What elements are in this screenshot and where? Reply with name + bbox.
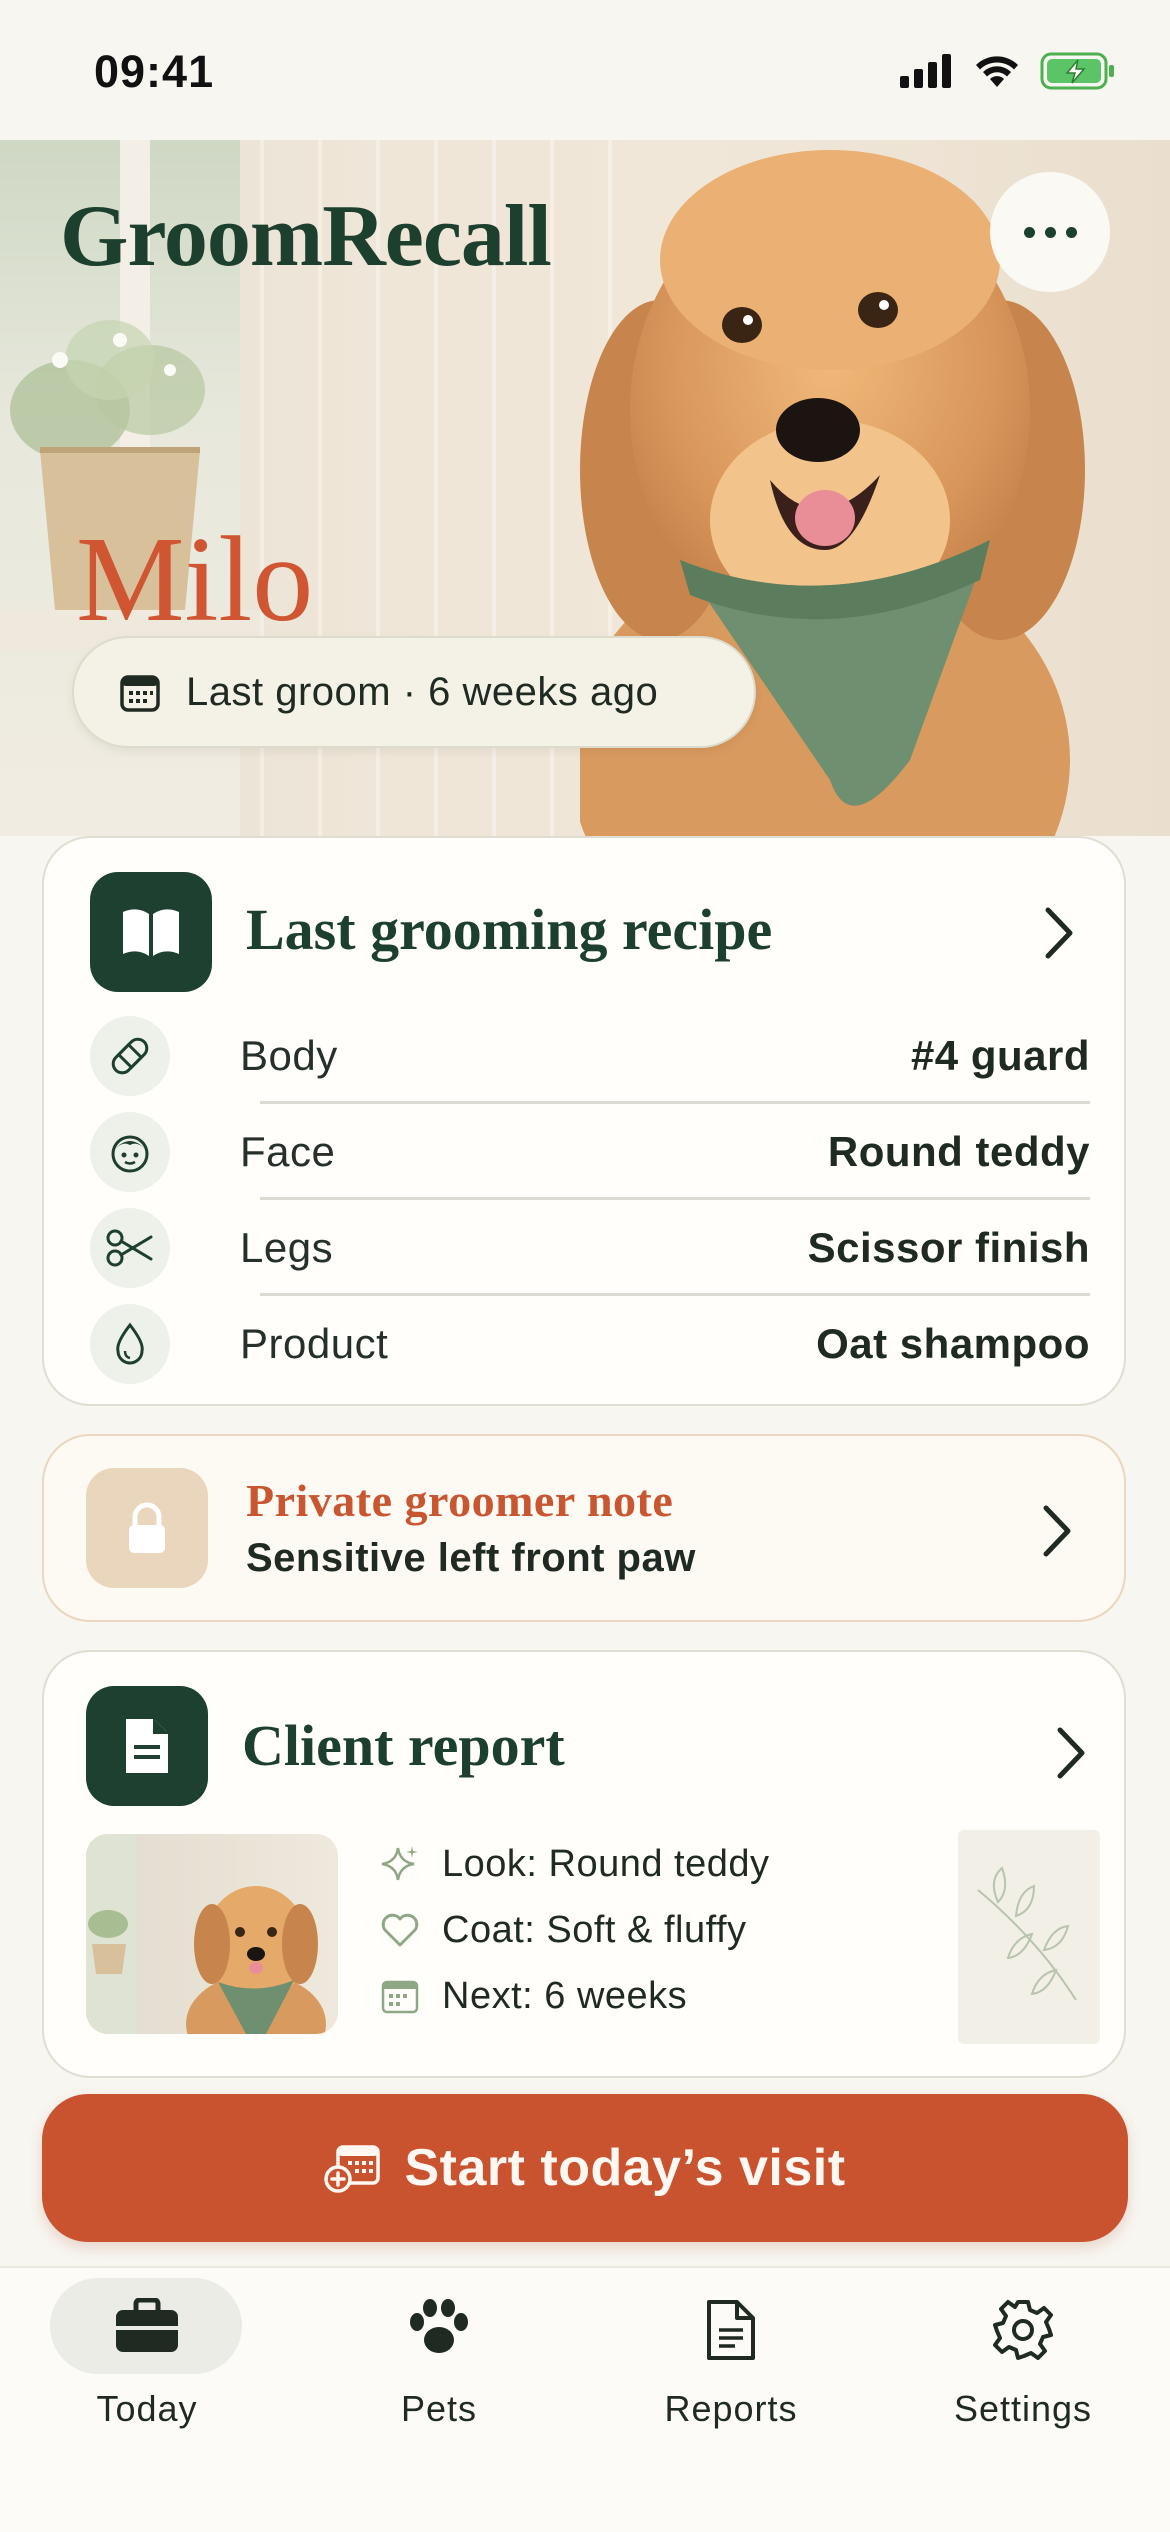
recipe-row-label: Face (240, 1128, 336, 1175)
recipe-row-product: Product Oat shampoo (90, 1296, 1090, 1392)
recipe-row-legs: Legs Scissor finish (90, 1200, 1090, 1296)
recipe-row-value: Oat shampoo (816, 1320, 1090, 1367)
calendar-add-icon (324, 2145, 381, 2193)
chevron-right-icon (1057, 1727, 1085, 1779)
tab-icon-wrap (606, 2298, 856, 2362)
report-item-text: Coat: Soft & fluffy (442, 1908, 747, 1951)
paw-icon (410, 2299, 468, 2353)
recipe-row-face: Face Round teddy (90, 1104, 1090, 1200)
recipe-row-value: #4 guard (910, 1032, 1090, 1079)
recipe-row-label: Legs (240, 1224, 334, 1271)
report-document-tile (86, 1686, 208, 1806)
more-options-button[interactable] (990, 172, 1110, 292)
client-report-card[interactable]: Client report Look: Round teddy Coat: So… (42, 1650, 1126, 2078)
document-icon (707, 2300, 755, 2360)
lock-icon (129, 1502, 165, 1553)
bandage-icon (90, 1016, 170, 1096)
status-icons (900, 52, 1116, 90)
wifi-icon (976, 56, 1018, 87)
briefcase-icon (116, 2298, 178, 2352)
more-dot (1023, 226, 1035, 238)
tab-icon-wrap (898, 2298, 1148, 2362)
grooming-recipe-card[interactable]: Last grooming recipe Body #4 guard Face … (42, 836, 1126, 1406)
lock-tile (86, 1468, 208, 1588)
report-dog-thumbnail (86, 1834, 338, 2034)
tab-settings[interactable]: Settings (898, 2274, 1148, 2454)
tab-today[interactable]: Today (42, 2274, 292, 2454)
tab-label: Settings (953, 2388, 1093, 2429)
chevron-right-icon (1045, 907, 1073, 959)
scissors-icon (90, 1208, 170, 1288)
tab-label: Pets (400, 2388, 478, 2429)
last-groom-badge[interactable]: Last groom · 6 weeks ago (72, 636, 756, 748)
sparkle-icon (381, 1846, 418, 1881)
recipe-row-label: Body (240, 1032, 338, 1079)
note-body: Sensitive left front paw (246, 1536, 696, 1580)
tab-label: Reports (664, 2388, 798, 2429)
open-book-icon (123, 909, 179, 956)
droplet-icon (90, 1304, 170, 1384)
battery-charging-icon (1040, 52, 1114, 90)
pet-name: Milo (76, 512, 314, 647)
private-note-card[interactable]: Private groomer note Sensitive left fron… (42, 1434, 1126, 1622)
leaf-illustration (958, 1830, 1100, 2044)
tab-pets[interactable]: Pets (314, 2274, 564, 2454)
report-item-text: Look: Round teddy (442, 1842, 770, 1885)
gear-icon (993, 2300, 1053, 2360)
report-item-coat: Coat: Soft & fluffy (380, 1900, 747, 1960)
report-item-next: Next: 6 weeks (380, 1966, 687, 2026)
app-logo-title: GroomRecall (60, 188, 552, 285)
start-visit-button[interactable]: Start today’s visit (42, 2094, 1128, 2242)
calendar-icon (381, 1980, 419, 2014)
recipe-row-label: Product (240, 1320, 389, 1367)
recipe-row-value: Scissor finish (807, 1224, 1090, 1271)
cellular-signal-icon (900, 54, 951, 88)
report-card-title: Client report (242, 1713, 565, 1778)
bottom-tab-bar: Today Pets Reports Settings (0, 2266, 1170, 2532)
recipe-row-value: Round teddy (827, 1128, 1090, 1175)
report-item-text: Next: 6 weeks (442, 1974, 688, 2017)
hero-banner: GroomRecall Milo Last groom · 6 weeks ag… (0, 140, 1170, 836)
document-icon (126, 1719, 168, 1773)
recipe-book-tile (90, 872, 212, 992)
start-visit-label: Start today’s visit (404, 2139, 846, 2197)
more-dot (1065, 226, 1077, 238)
tab-label: Today (96, 2388, 198, 2429)
recipe-card-title: Last grooming recipe (246, 897, 773, 962)
note-title: Private groomer note (246, 1475, 674, 1526)
face-icon (90, 1112, 170, 1192)
last-groom-label: Last groom · 6 weeks ago (186, 669, 659, 714)
more-dot (1044, 226, 1056, 238)
status-time: 09:41 (94, 46, 215, 97)
chevron-right-icon (1043, 1505, 1071, 1557)
app-screen: 09:41 GroomRecall Milo Last groom · 6 we… (0, 0, 1170, 2532)
status-bar: 09:41 (0, 0, 1170, 140)
heart-icon (381, 1913, 419, 1947)
calendar-icon (120, 675, 160, 712)
report-item-look: Look: Round teddy (380, 1834, 770, 1894)
tab-reports[interactable]: Reports (606, 2274, 856, 2454)
recipe-row-body: Body #4 guard (90, 1008, 1090, 1104)
tab-icon-wrap (2, 2298, 292, 2354)
tab-icon-wrap (314, 2298, 564, 2358)
